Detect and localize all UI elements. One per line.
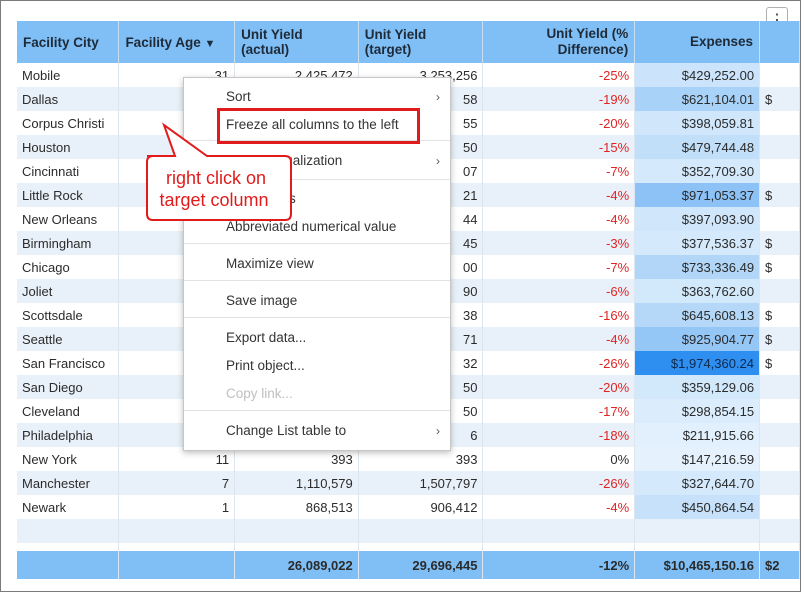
callout: right click on target column: [146, 122, 292, 221]
callout-line-1: right click on: [166, 168, 266, 188]
list-table-frame: ⋮ Facility City Facility Age ▼ Unit Yiel…: [0, 0, 801, 592]
callout-line-2: target column: [159, 190, 268, 210]
